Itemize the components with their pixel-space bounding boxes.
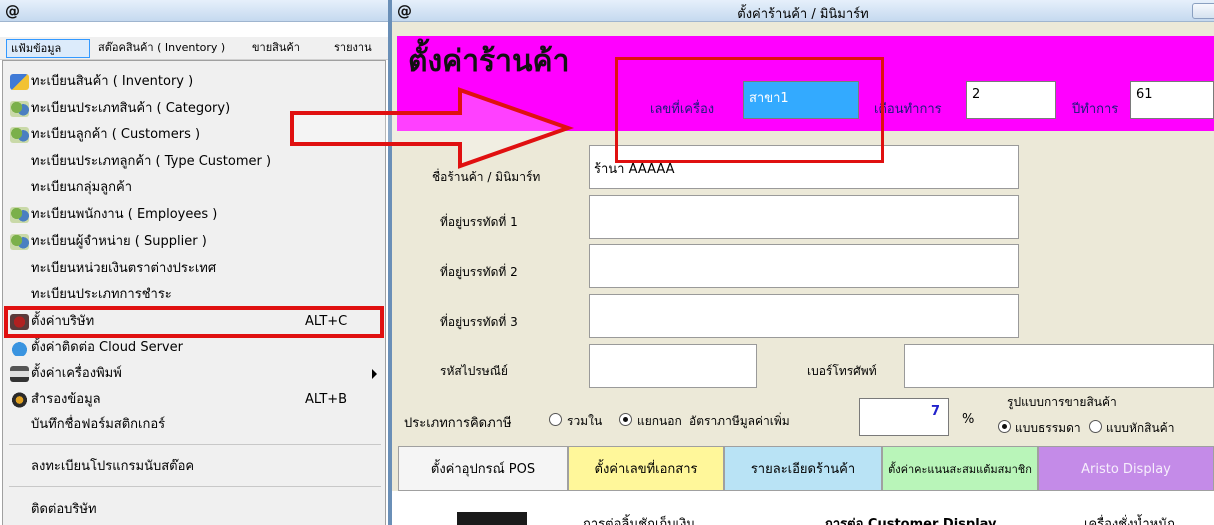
- address1-input[interactable]: [589, 195, 1019, 239]
- menu-item-sticker-form[interactable]: บันทึกชื่อฟอร์มสติกเกอร์: [9, 414, 385, 436]
- shop-name-label: ชื่อร้านค้า / มินิมาร์ท: [432, 170, 541, 184]
- menu-item-label: ทะเบียนประเภทสินค้า ( Category): [31, 101, 231, 116]
- menu-item-label: ทะเบียนประเภทการชำระ: [31, 287, 172, 302]
- phone-label: เบอร์โทรศัพท์: [807, 364, 877, 378]
- people-icon: [10, 127, 29, 143]
- menu-separator: [9, 444, 381, 445]
- cash-drawer-image: [457, 512, 527, 525]
- menu-item-shortcut: ALT+B: [305, 392, 348, 407]
- menu-item-type-customer[interactable]: ทะเบียนประเภทลูกค้า ( Type Customer ): [9, 151, 385, 173]
- sale-mode-label: รูปแบบการขายสินค้า: [1007, 395, 1117, 409]
- tab-member-points[interactable]: ตั้งค่าคะแนนสะสมแต้มสมาชิก: [882, 446, 1038, 491]
- postcode-label: รหัสไปรษณีย์: [440, 364, 508, 378]
- address2-label: ที่อยู่บรรทัดที่ 2: [440, 265, 518, 279]
- menu-file[interactable]: แฟ้มข้อมูล: [6, 39, 90, 58]
- menu-inventory[interactable]: สต๊อคสินค้า ( Inventory ): [94, 39, 244, 58]
- menu-item-employees[interactable]: ทะเบียนพนักงาน ( Employees ): [9, 204, 385, 226]
- file-dropdown-menu: ทะเบียนสินค้า ( Inventory ) ทะเบียนประเภ…: [2, 60, 386, 525]
- year-label: ปีทำการ: [1072, 102, 1119, 117]
- vat-percent-label: %: [962, 412, 975, 427]
- sale-normal-radio[interactable]: [998, 420, 1011, 433]
- menu-item-label: ทะเบียนผู้จำหน่าย ( Supplier ): [31, 234, 207, 249]
- year-input[interactable]: 61: [1130, 81, 1214, 119]
- tab-shop-details[interactable]: รายละเอียดร้านค้า: [724, 446, 882, 491]
- app-logo: @: [5, 2, 20, 20]
- menu-separator: [9, 486, 381, 487]
- machine-number-highlight: [615, 57, 884, 163]
- menubar: แฟ้มข้อมูล สต๊อคสินค้า ( Inventory ) ขาย…: [0, 37, 388, 60]
- tax-include-label: รวมใน: [567, 414, 603, 428]
- menu-item-label: ทะเบียนหน่วยเงินตราต่างประเทศ: [31, 261, 217, 276]
- address2-input[interactable]: [589, 244, 1019, 288]
- cash-drawer-label: การต่อลิ้นชักเก็บเงิน: [583, 517, 696, 525]
- tab-aristo-display[interactable]: Aristo Display: [1038, 446, 1214, 491]
- menu-item-label: ลงทะเบียนโปรแกรมนับสต๊อค: [31, 459, 195, 474]
- month-input[interactable]: 2: [966, 81, 1056, 119]
- menu-item-register-stock[interactable]: ลงทะเบียนโปรแกรมนับสต๊อค: [9, 456, 385, 478]
- address3-label: ที่อยู่บรรทัดที่ 3: [440, 315, 518, 329]
- vat-rate-input[interactable]: 7: [859, 398, 949, 436]
- window-control-button[interactable]: [1192, 3, 1214, 19]
- tab-pos-devices[interactable]: ตั้งค่าอุปกรณ์ POS: [398, 446, 568, 491]
- sale-stock-label: แบบหักสินค้า: [1106, 421, 1175, 435]
- vat-rate-label: อัตราภาษีมูลค่าเพิ่ม: [689, 414, 790, 428]
- page-title: ตั้งค่าร้านค้า: [408, 44, 570, 79]
- menu-item-label: ติดต่อบริษัท: [31, 502, 97, 517]
- menu-item-payment-type[interactable]: ทะเบียนประเภทการชำระ: [9, 284, 385, 306]
- printer-icon: [10, 366, 29, 382]
- menu-item-cloud-server[interactable]: ตั้งค่าติดต่อ Cloud Server: [9, 337, 385, 359]
- menu-item-label: ทะเบียนพนักงาน ( Employees ): [31, 207, 218, 222]
- menu-sales[interactable]: ขายสินค้า: [248, 39, 326, 58]
- menu-item-label: ทะเบียนประเภทลูกค้า ( Type Customer ): [31, 154, 272, 169]
- menu-item-backup[interactable]: สำรองข้อมูล ALT+B: [9, 389, 385, 411]
- menu-item-customers[interactable]: ทะเบียนลูกค้า ( Customers ): [9, 124, 385, 146]
- address1-label: ที่อยู่บรรทัดที่ 1: [440, 215, 518, 229]
- menu-item-label: ตั้งค่าเครื่องพิมพ์: [31, 366, 122, 381]
- menu-item-label: ทะเบียนกลุ่มลูกค้า: [31, 180, 132, 195]
- postcode-input[interactable]: [589, 344, 757, 388]
- tax-type-label: ประเภทการคิดภาษี: [404, 416, 512, 431]
- menu-item-printer[interactable]: ตั้งค่าเครื่องพิมพ์: [9, 363, 385, 385]
- phone-input[interactable]: [904, 344, 1214, 388]
- customer-display-label: การต่อ Customer Display: [825, 517, 997, 525]
- settings-window-titlebar: @ ตั้งค่าร้านค้า / มินิมาร์ท: [392, 0, 1214, 22]
- menu-item-label: ทะเบียนสินค้า ( Inventory ): [31, 74, 194, 89]
- address3-input[interactable]: [589, 294, 1019, 338]
- cloud-icon: [10, 340, 29, 356]
- sale-stock-radio[interactable]: [1089, 420, 1102, 433]
- menu-item-supplier[interactable]: ทะเบียนผู้จำหน่าย ( Supplier ): [9, 231, 385, 253]
- submenu-arrow-icon: [372, 369, 377, 379]
- people-icon: [10, 234, 29, 250]
- menu-window-titlebar: @: [0, 0, 388, 22]
- backup-icon: [10, 392, 29, 408]
- tax-exclude-radio[interactable]: [619, 413, 632, 426]
- product-list-icon: [10, 74, 29, 90]
- people-icon: [10, 207, 29, 223]
- menu-item-label: ตั้งค่าติดต่อ Cloud Server: [31, 340, 183, 355]
- sale-normal-label: แบบธรรมดา: [1015, 421, 1081, 435]
- company-settings-highlight: [4, 306, 384, 338]
- people-icon: [10, 101, 29, 117]
- menu-reports[interactable]: รายงาน: [330, 39, 388, 58]
- tax-exclude-label: แยกนอก: [637, 414, 682, 428]
- menu-window: @ แฟ้มข้อมูล สต๊อคสินค้า ( Inventory ) ข…: [0, 0, 392, 525]
- menu-item-label: ทะเบียนลูกค้า ( Customers ): [31, 127, 201, 142]
- tax-include-radio[interactable]: [549, 413, 562, 426]
- menu-item-inventory[interactable]: ทะเบียนสินค้า ( Inventory ): [9, 71, 385, 93]
- menu-item-contact[interactable]: ติดต่อบริษัท: [9, 499, 385, 521]
- menu-item-category[interactable]: ทะเบียนประเภทสินค้า ( Category): [9, 98, 385, 120]
- scale-label: เครื่องชั่งน้ำหนัก: [1084, 517, 1175, 525]
- tab-document-numbers[interactable]: ตั้งค่าเลขที่เอกสาร: [568, 446, 724, 491]
- window-title: ตั้งค่าร้านค้า / มินิมาร์ท: [737, 7, 869, 22]
- menu-item-label: สำรองข้อมูล: [31, 392, 101, 407]
- menu-item-label: บันทึกชื่อฟอร์มสติกเกอร์: [31, 417, 166, 432]
- menu-item-currency[interactable]: ทะเบียนหน่วยเงินตราต่างประเทศ: [9, 258, 385, 280]
- menu-item-customer-group[interactable]: ทะเบียนกลุ่มลูกค้า: [9, 177, 385, 199]
- month-label: เดือนทำการ: [874, 102, 942, 117]
